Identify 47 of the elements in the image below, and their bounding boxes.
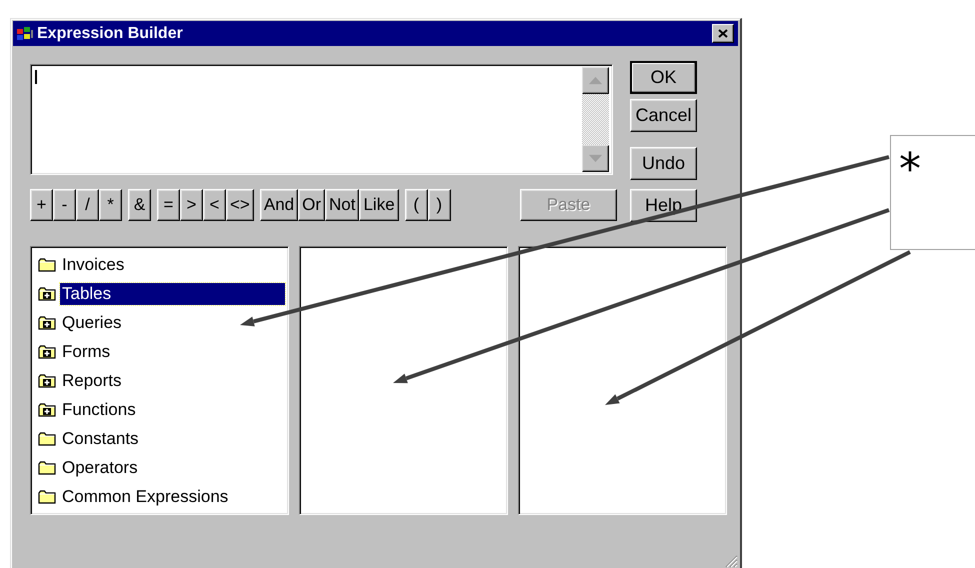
operator-button[interactable]: /	[76, 189, 99, 221]
operator-button[interactable]: Like	[359, 189, 399, 221]
expression-field[interactable]	[30, 64, 613, 175]
operator-button[interactable]: =	[157, 189, 180, 221]
folder-icon	[38, 460, 56, 476]
folder-icon	[38, 430, 56, 446]
tree-item[interactable]: Tables	[60, 282, 285, 304]
tree-item[interactable]: Operators	[60, 456, 140, 478]
folder-plus-icon	[38, 372, 56, 388]
operator-button[interactable]: >	[180, 189, 203, 221]
category-list[interactable]: Invoices Tables Queries Forms Reports Functions Constants Operators Common Expressions	[30, 246, 289, 515]
operator-button[interactable]: (	[404, 189, 428, 221]
close-icon	[718, 29, 728, 38]
operator-button[interactable]: +	[30, 189, 53, 221]
app-icon	[16, 26, 34, 42]
folder-plus-icon	[38, 314, 56, 330]
operator-button[interactable]: <>	[226, 189, 254, 221]
callout-text: *	[899, 144, 921, 195]
operator-button[interactable]: <	[203, 189, 226, 221]
folder-plus-icon	[38, 286, 56, 302]
tree-item[interactable]: Functions	[60, 398, 138, 420]
dialog-button[interactable]: Undo	[630, 147, 697, 180]
dialog-button[interactable]: OK	[630, 61, 697, 94]
operator-button[interactable]: And	[260, 189, 298, 221]
operator-button[interactable]: Or	[298, 189, 325, 221]
folder-plus-icon	[38, 402, 56, 418]
window-title: Expression Builder	[37, 24, 184, 42]
folder-icon	[38, 488, 56, 504]
folder-plus-icon	[38, 344, 56, 360]
folder-icon	[38, 256, 56, 272]
tree-item[interactable]: Constants	[60, 428, 141, 450]
dialog-button[interactable]: Cancel	[630, 99, 697, 132]
item-list[interactable]	[299, 246, 508, 515]
operator-button[interactable]: -	[53, 189, 76, 221]
operator-button[interactable]: )	[428, 189, 451, 221]
tree-item[interactable]: Forms	[60, 340, 112, 362]
close-button[interactable]	[712, 24, 734, 43]
operator-button[interactable]: *	[99, 189, 122, 221]
scrollbar[interactable]	[582, 67, 609, 172]
tree-item[interactable]: Common Expressions	[60, 486, 230, 508]
operator-button[interactable]: Not	[325, 189, 360, 221]
operator-button[interactable]: &	[128, 189, 151, 221]
resize-grip-icon	[724, 554, 738, 568]
tree-item[interactable]: Invoices	[60, 254, 126, 276]
tree-item[interactable]: Reports	[60, 370, 124, 392]
tree-item[interactable]: Queries	[60, 312, 124, 334]
value-list[interactable]	[518, 246, 727, 515]
